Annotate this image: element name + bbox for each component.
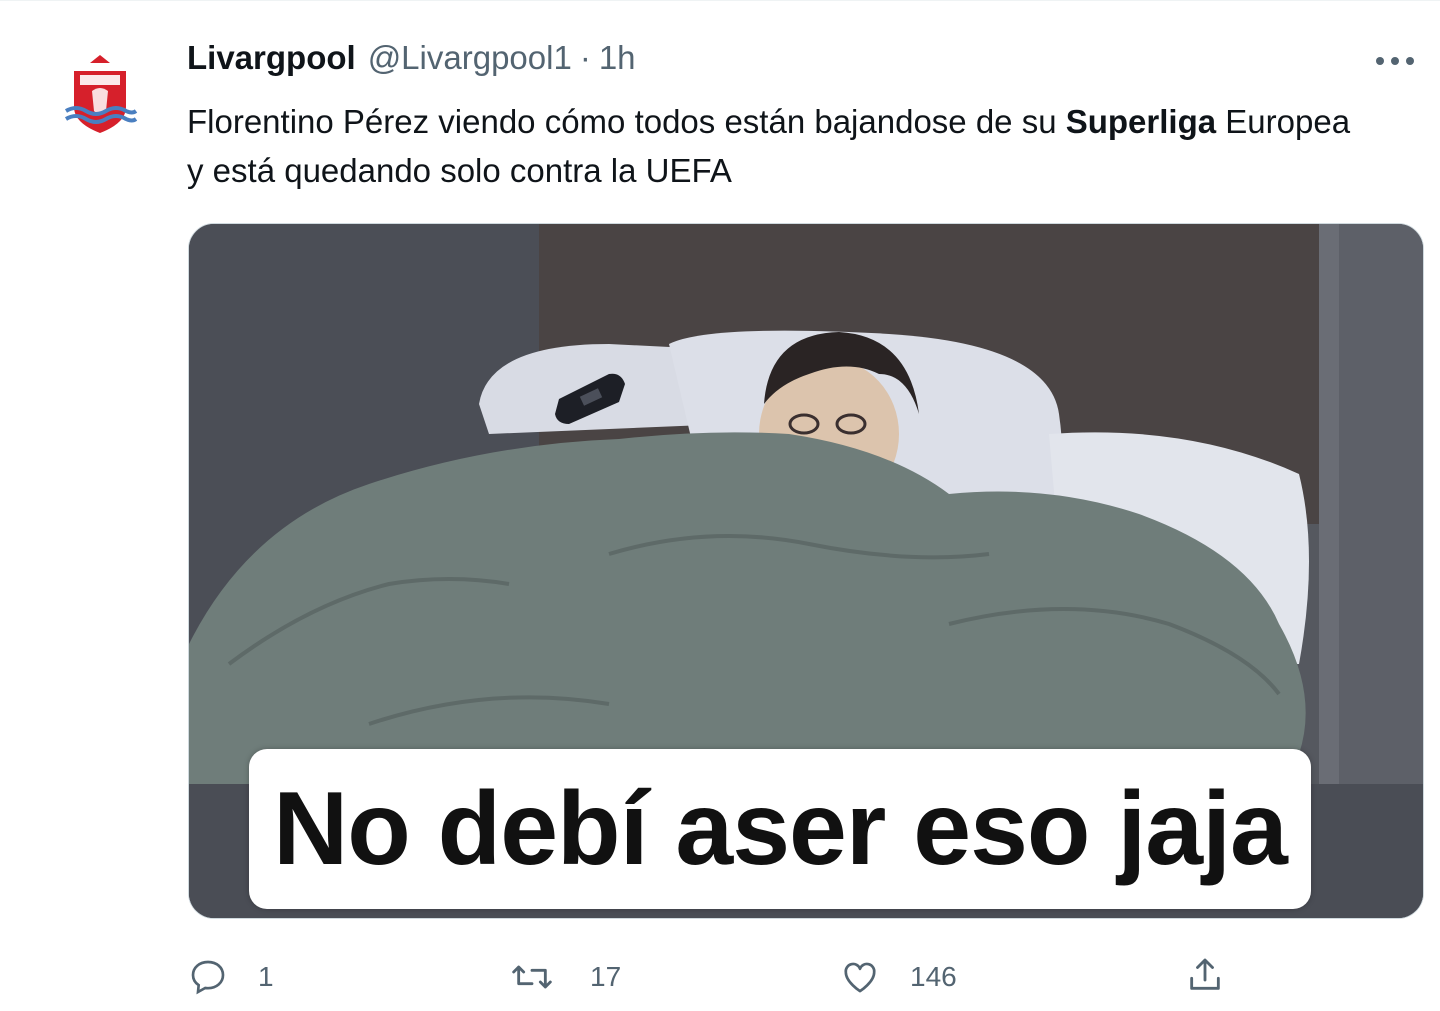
reply-count: 1 [258,961,274,992]
tweet-text-part: Florentino Pérez viendo cómo todos están… [187,103,1066,140]
share-button[interactable] [1183,953,1227,997]
meme-caption: No debí aser eso jaja [249,749,1311,909]
tweet-text-bold: Superliga [1065,103,1217,140]
avatar[interactable] [46,41,154,149]
share-icon [1183,953,1227,997]
retweet-count: 17 [590,961,622,992]
like-count: 146 [910,961,957,992]
heart-icon [838,955,882,999]
tweet-header: Livargpool @Livargpool1 · 1h [187,39,636,87]
user-handle[interactable]: @Livargpool1 [368,39,572,77]
reply-icon [186,955,230,999]
retweet-button[interactable]: 17 [510,955,621,999]
more-button[interactable] [1370,39,1420,83]
like-button[interactable]: 146 [838,955,957,999]
more-dots-icon [1376,57,1414,65]
tweet-card[interactable]: Livargpool @Livargpool1 · 1h Florentino … [0,0,1440,1011]
tweet-text: Florentino Pérez viendo cómo todos están… [187,97,1367,195]
reply-button[interactable]: 1 [186,955,274,999]
action-bar: 1 17 146 [0,941,1440,1011]
tweet-image[interactable]: No debí aser eso jaja [188,223,1424,919]
liverpool-crest-icon [46,41,154,149]
display-name[interactable]: Livargpool [187,39,356,77]
timestamp[interactable]: 1h [599,39,636,77]
separator-dot: · [579,39,591,76]
retweet-icon [510,955,554,999]
